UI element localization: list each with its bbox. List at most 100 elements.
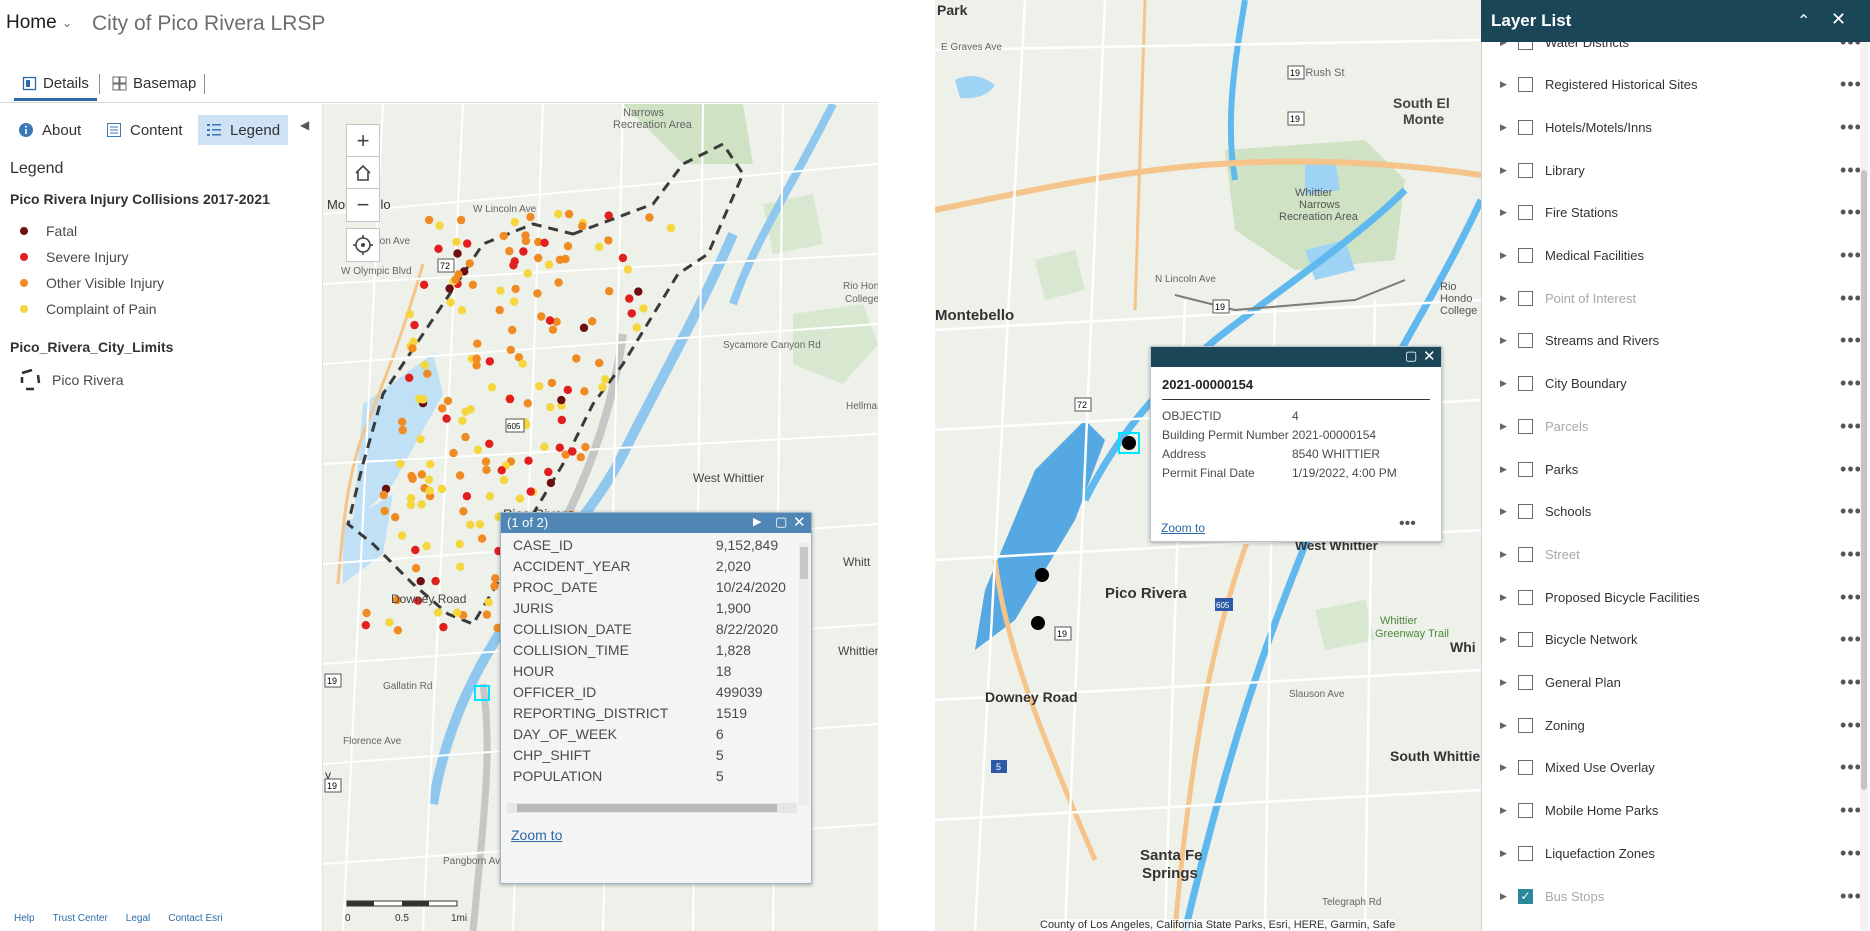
collision-point[interactable] [598, 383, 607, 392]
expand-icon[interactable]: ▶ [1500, 848, 1518, 859]
collision-point[interactable] [540, 238, 549, 247]
maximize-icon[interactable]: ▢ [775, 514, 787, 530]
expand-icon[interactable]: ▶ [1500, 207, 1518, 218]
layer-visibility-checkbox[interactable] [1518, 589, 1533, 605]
collision-point[interactable] [545, 316, 555, 325]
collision-point[interactable] [576, 453, 585, 462]
zoom-to-link[interactable]: Zoom to [1161, 519, 1205, 537]
collision-point[interactable] [398, 425, 407, 435]
close-icon[interactable]: ✕ [1423, 347, 1436, 365]
scrollbar-thumb[interactable] [1861, 170, 1867, 790]
tab-legend[interactable]: Legend [198, 115, 289, 145]
layer-item[interactable]: ▶ Schools ••• [1482, 491, 1870, 533]
collision-point[interactable] [506, 345, 515, 355]
collision-point[interactable] [477, 534, 487, 543]
collapse-up-icon[interactable]: ⌃ [1797, 11, 1810, 31]
collision-point[interactable] [561, 254, 570, 264]
footer-link[interactable]: Legal [126, 913, 150, 924]
collision-point[interactable] [563, 385, 572, 395]
collision-point[interactable] [397, 531, 407, 540]
collision-point[interactable] [511, 284, 520, 294]
collision-point[interactable] [410, 320, 419, 330]
collision-point[interactable] [508, 325, 517, 335]
collision-point[interactable] [461, 432, 470, 442]
collision-point[interactable] [588, 317, 597, 326]
layer-visibility-checkbox[interactable] [1518, 675, 1533, 690]
collision-point[interactable] [547, 378, 557, 388]
collision-point[interactable] [518, 359, 527, 368]
collision-point[interactable] [397, 417, 407, 426]
collision-point[interactable] [557, 415, 566, 425]
collision-point[interactable] [408, 474, 417, 483]
collision-point[interactable] [524, 456, 533, 465]
zoom-in-button[interactable]: + [346, 124, 380, 158]
layer-visibility-checkbox[interactable] [1518, 418, 1533, 434]
layer-visibility-checkbox[interactable] [1518, 717, 1533, 733]
layer-visibility-checkbox[interactable] [1518, 248, 1533, 263]
layer-visibility-checkbox[interactable] [1518, 803, 1533, 819]
collision-point[interactable] [666, 224, 676, 233]
collision-point[interactable] [580, 387, 589, 396]
collision-point[interactable] [417, 470, 426, 479]
zoom-out-button[interactable]: − [346, 188, 380, 222]
collision-point[interactable] [423, 369, 432, 378]
collision-point[interactable] [491, 574, 500, 583]
layer-item[interactable]: ▶ City Boundary ••• [1482, 363, 1870, 405]
collision-point[interactable] [396, 459, 405, 469]
collision-point[interactable] [485, 357, 494, 366]
collision-point[interactable] [510, 217, 519, 227]
collision-point[interactable] [437, 484, 447, 494]
collision-point[interactable] [456, 215, 466, 225]
collision-point[interactable] [458, 416, 467, 425]
layer-item[interactable]: ▶ Mixed Use Overlay ••• [1482, 747, 1870, 789]
collision-point[interactable] [468, 280, 478, 289]
collision-point[interactable] [463, 239, 472, 248]
collision-point[interactable] [431, 576, 440, 586]
collision-point[interactable] [438, 404, 447, 413]
collision-point[interactable] [595, 242, 604, 252]
collision-point[interactable] [497, 466, 506, 475]
more-options-icon[interactable]: ••• [1399, 515, 1416, 533]
collision-point[interactable] [417, 500, 426, 509]
collision-point[interactable] [578, 222, 587, 231]
collision-point[interactable] [472, 361, 481, 370]
layer-visibility-checkbox[interactable] [1518, 504, 1533, 520]
collision-point[interactable] [639, 304, 648, 313]
collision-point[interactable] [509, 297, 519, 306]
collision-point[interactable] [523, 269, 532, 278]
collision-point[interactable] [563, 242, 573, 251]
collision-point[interactable] [439, 622, 448, 632]
home-extent-button[interactable] [346, 156, 380, 190]
expand-icon[interactable]: ▶ [1500, 720, 1518, 731]
collision-point[interactable] [523, 399, 532, 408]
collision-point[interactable] [385, 618, 394, 627]
zoom-to-link[interactable]: Zoom to [511, 827, 562, 845]
expand-icon[interactable]: ▶ [1500, 165, 1518, 176]
collision-point[interactable] [605, 287, 614, 296]
collision-point[interactable] [499, 475, 509, 485]
collision-point[interactable] [625, 294, 634, 303]
layer-item[interactable]: ▶ General Plan ••• [1482, 662, 1870, 704]
collision-point[interactable] [526, 487, 535, 496]
collision-point[interactable] [521, 231, 530, 240]
collision-point[interactable] [484, 598, 493, 607]
maximize-icon[interactable]: ▢ [1405, 348, 1417, 364]
layer-visibility-checkbox[interactable] [1518, 333, 1533, 349]
collision-point[interactable] [496, 286, 505, 295]
collision-point[interactable] [452, 608, 462, 617]
locate-button[interactable] [346, 228, 380, 262]
expand-icon[interactable]: ▶ [1500, 79, 1518, 90]
expand-icon[interactable]: ▶ [1500, 549, 1518, 560]
layer-visibility-checkbox[interactable] [1518, 546, 1533, 562]
collision-point[interactable] [456, 562, 465, 571]
collision-point[interactable] [405, 310, 414, 319]
collision-point[interactable] [554, 209, 563, 219]
collision-point[interactable] [579, 323, 589, 332]
expand-icon[interactable]: ▶ [1500, 421, 1518, 432]
collision-point[interactable] [446, 298, 455, 307]
layer-visibility-checkbox[interactable] [1518, 845, 1533, 861]
collision-point[interactable] [443, 396, 453, 406]
layer-visibility-checkbox[interactable] [1518, 290, 1533, 306]
expand-icon[interactable]: ▶ [1500, 677, 1518, 688]
layer-item[interactable]: ▶ Fire Stations ••• [1482, 192, 1870, 234]
